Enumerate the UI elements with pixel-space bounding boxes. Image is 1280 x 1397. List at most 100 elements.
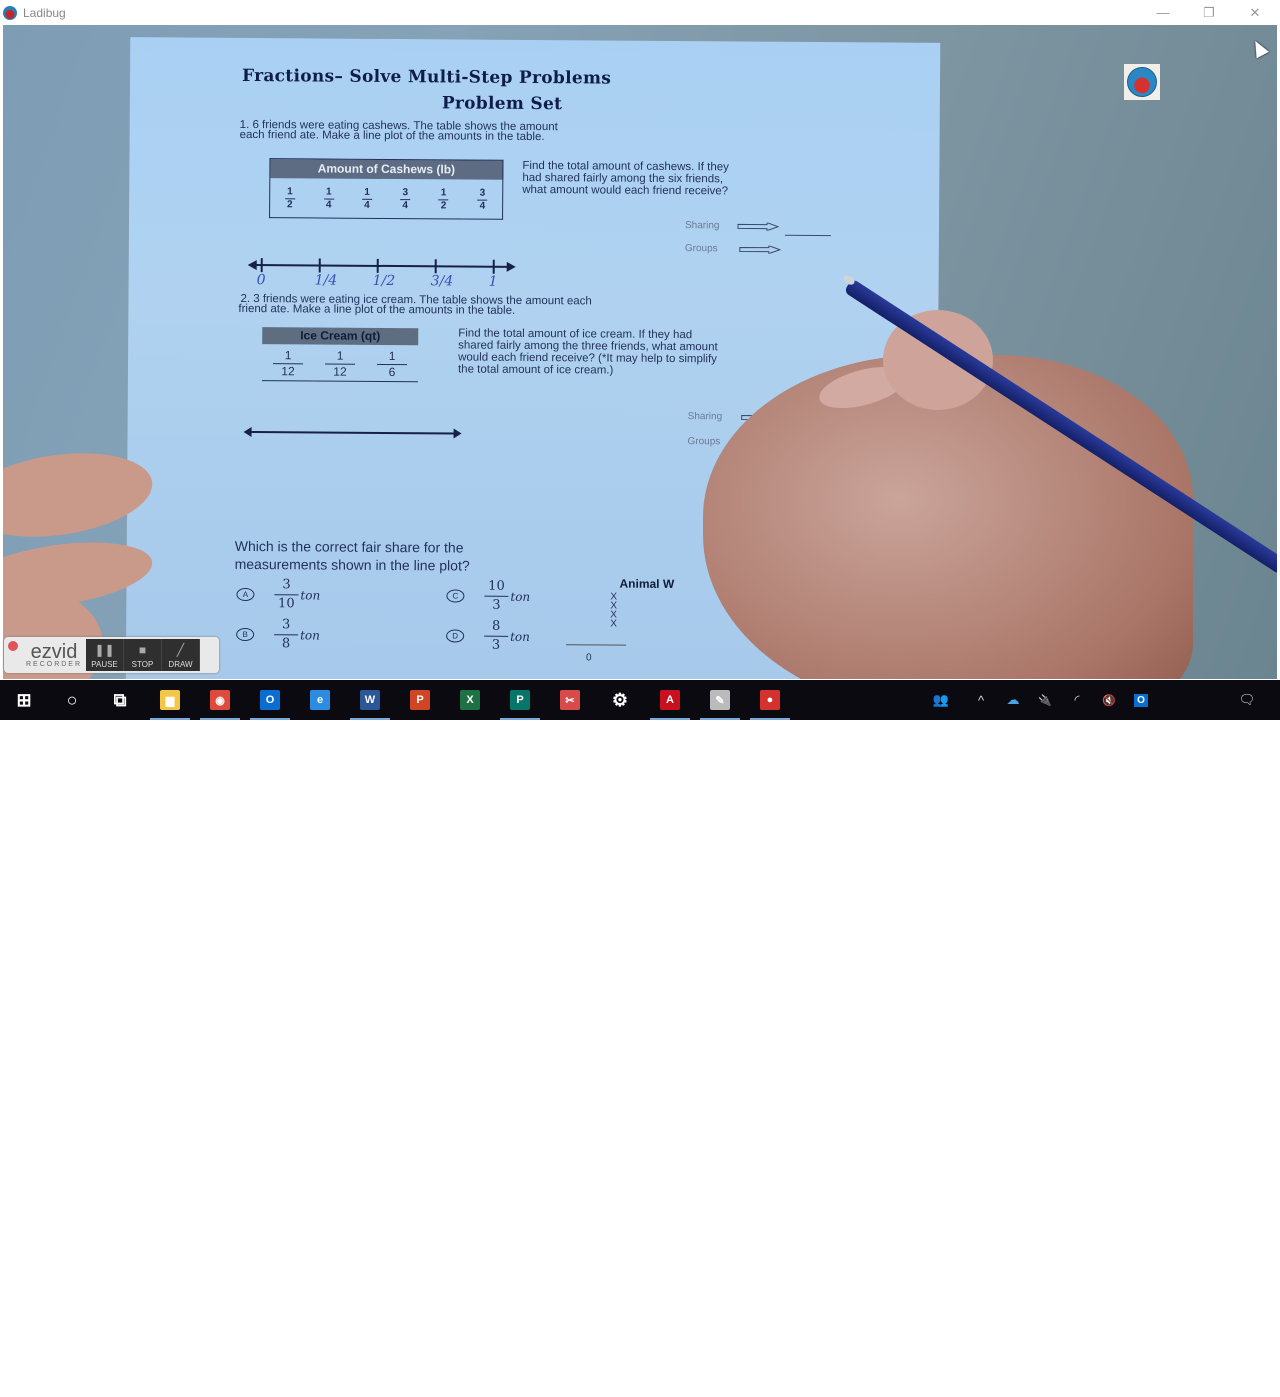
taskbar-chrome-button[interactable]: ◉ bbox=[196, 680, 244, 720]
problem3-question-line1: Which is the correct fair share for the bbox=[234, 537, 464, 556]
internet-explorer-icon: e bbox=[310, 690, 330, 710]
power-icon[interactable]: 🔌 bbox=[1034, 680, 1056, 720]
problem1-groups-label: Groups bbox=[684, 243, 718, 255]
pause-button[interactable]: ❚❚ PAUSE bbox=[86, 639, 124, 671]
denominator: 3 bbox=[492, 597, 501, 613]
animal-plot-title: Animal W bbox=[619, 576, 675, 591]
task-view-icon: ⧉ bbox=[113, 689, 127, 710]
plot-x-mark: X bbox=[610, 618, 617, 630]
handwritten-tick-label: 1 bbox=[488, 273, 498, 290]
powerpoint-icon: P bbox=[410, 690, 430, 710]
fraction-bar bbox=[274, 634, 299, 636]
problem2-number-line bbox=[249, 431, 456, 435]
document-camera-view: Fractions– Solve Multi-Step Problems Pro… bbox=[3, 25, 1277, 679]
onedrive-icon[interactable]: ☁ bbox=[1002, 680, 1024, 720]
option-unit: ton bbox=[300, 627, 320, 643]
taskbar-outlook-button[interactable]: O bbox=[246, 680, 294, 720]
taskbar-acrobat-button[interactable]: A bbox=[646, 680, 694, 720]
acrobat-icon: A bbox=[660, 690, 680, 710]
taskbar-settings-button[interactable]: ⚙ bbox=[596, 680, 644, 720]
notifications-icon[interactable]: 🗨 bbox=[1234, 680, 1260, 720]
option-letter-bubble[interactable]: A bbox=[236, 587, 255, 602]
show-hidden-icons-chevron-icon[interactable]: ^ bbox=[970, 680, 992, 720]
taskbar-powerpoint-button[interactable]: P bbox=[396, 680, 444, 720]
denominator: 10 bbox=[278, 596, 295, 612]
fraction: 1 12 bbox=[273, 349, 304, 379]
answer-option-a[interactable]: A 3 10 ton bbox=[236, 577, 320, 612]
number-line-tick bbox=[376, 258, 379, 273]
answer-option-d[interactable]: D 8 3 ton bbox=[446, 619, 530, 653]
file-explorer-icon: ▆ bbox=[160, 690, 180, 710]
excel-icon: X bbox=[460, 690, 480, 710]
number-line-tick bbox=[260, 258, 263, 273]
pause-icon: ❚❚ bbox=[94, 642, 115, 657]
taskbar-start-button[interactable]: ⊞ bbox=[0, 680, 48, 720]
ice-cream-table-header: Ice Cream (qt) bbox=[262, 327, 419, 345]
number-line-tick bbox=[492, 259, 495, 274]
ice-cream-cell: 1 12 bbox=[262, 344, 314, 381]
denominator: 8 bbox=[281, 636, 291, 652]
draw-button[interactable]: ╱ DRAW bbox=[162, 639, 200, 671]
taskbar-internet-explorer-button[interactable]: e bbox=[296, 680, 344, 720]
option-letter-bubble[interactable]: B bbox=[236, 627, 255, 642]
stop-button[interactable]: ■ STOP bbox=[124, 639, 162, 671]
snipping-tool-icon: ✂ bbox=[560, 690, 580, 710]
ladibug-floating-icon[interactable] bbox=[1124, 64, 1160, 100]
word-icon: W bbox=[360, 690, 380, 710]
clock[interactable]: 1:22 PM 10/7/2018 bbox=[1160, 1363, 1224, 1397]
volume-muted-icon[interactable]: 🔇 bbox=[1098, 680, 1120, 720]
answer-option-c[interactable]: C 10 3 ton bbox=[446, 579, 530, 613]
taskbar-file-explorer-button[interactable]: ▆ bbox=[146, 680, 194, 720]
option-letter-bubble[interactable]: D bbox=[446, 629, 465, 643]
cashew-cell: 12 bbox=[270, 178, 310, 218]
ezvid-recorder-bar: ezvid RECORDER ❚❚ PAUSE ■ STOP ╱ DRAW bbox=[4, 637, 219, 673]
wifi-icon[interactable]: ◜ bbox=[1066, 680, 1088, 720]
taskbar-excel-button[interactable]: X bbox=[446, 680, 494, 720]
minimize-button[interactable]: — bbox=[1140, 0, 1186, 25]
restore-button[interactable]: ❐ bbox=[1186, 0, 1232, 25]
taskbar-publisher-button[interactable]: P bbox=[496, 680, 544, 720]
taskbar-task-view-button[interactable]: ⧉ bbox=[96, 680, 144, 720]
people-icon[interactable]: 👥 bbox=[928, 680, 954, 720]
clock-date: 10/7/2018 bbox=[1165, 1381, 1219, 1395]
stop-icon: ■ bbox=[138, 642, 147, 657]
fraction: 34 bbox=[477, 188, 488, 212]
answer-option-b[interactable]: B 3 8 ton bbox=[236, 617, 320, 652]
fraction: 12 bbox=[438, 187, 449, 211]
taskbar-cortana-button[interactable]: ○ bbox=[48, 680, 96, 720]
option-unit: ton bbox=[510, 629, 530, 644]
denominator: 4 bbox=[364, 199, 370, 211]
number-line-tick bbox=[434, 259, 437, 274]
fraction-bar bbox=[484, 635, 509, 637]
ladibug-icon: ● bbox=[760, 690, 780, 710]
groups-arrow-icon bbox=[739, 245, 781, 254]
worksheet-title: Fractions– Solve Multi-Step Problems bbox=[241, 65, 612, 89]
outlook-tray-icon[interactable]: O bbox=[1134, 693, 1148, 707]
fraction: 12 bbox=[284, 186, 295, 210]
publisher-icon: P bbox=[510, 690, 530, 710]
close-button[interactable]: ✕ bbox=[1232, 0, 1278, 25]
option-fraction: 83 bbox=[484, 619, 509, 653]
taskbar-snipping-tool-button[interactable]: ✂ bbox=[546, 680, 594, 720]
fraction-bar bbox=[274, 594, 299, 596]
problem2-groups-label: Groups bbox=[687, 436, 721, 448]
taskbar-word-button[interactable]: W bbox=[346, 680, 394, 720]
denominator: 3 bbox=[491, 637, 501, 653]
cashew-cell: 34 bbox=[386, 179, 425, 219]
animal-plot-zero-label: 0 bbox=[585, 652, 592, 664]
start-icon: ⊞ bbox=[16, 689, 32, 710]
ice-cream-cell: 1 12 bbox=[314, 344, 366, 381]
taskbar-notes-button[interactable]: ✎ bbox=[696, 680, 744, 720]
window-title: Ladibug bbox=[23, 5, 66, 20]
ladybug-icon bbox=[1127, 67, 1157, 97]
recording-indicator-icon bbox=[8, 641, 18, 651]
pen-icon: ╱ bbox=[176, 642, 185, 657]
problem1-question-line3: what amount would each friend receive? bbox=[522, 183, 729, 198]
ladibug-app-icon bbox=[3, 5, 17, 20]
cortana-icon: ○ bbox=[66, 689, 78, 710]
cashew-cell: 14 bbox=[309, 178, 348, 218]
ice-cream-cell: 16 bbox=[366, 344, 418, 381]
ice-cream-table: Ice Cream (qt) 1 12 1 12 1 6 bbox=[261, 327, 419, 383]
taskbar-ladibug-button[interactable]: ● bbox=[746, 680, 794, 720]
option-letter-bubble[interactable]: C bbox=[446, 589, 465, 603]
